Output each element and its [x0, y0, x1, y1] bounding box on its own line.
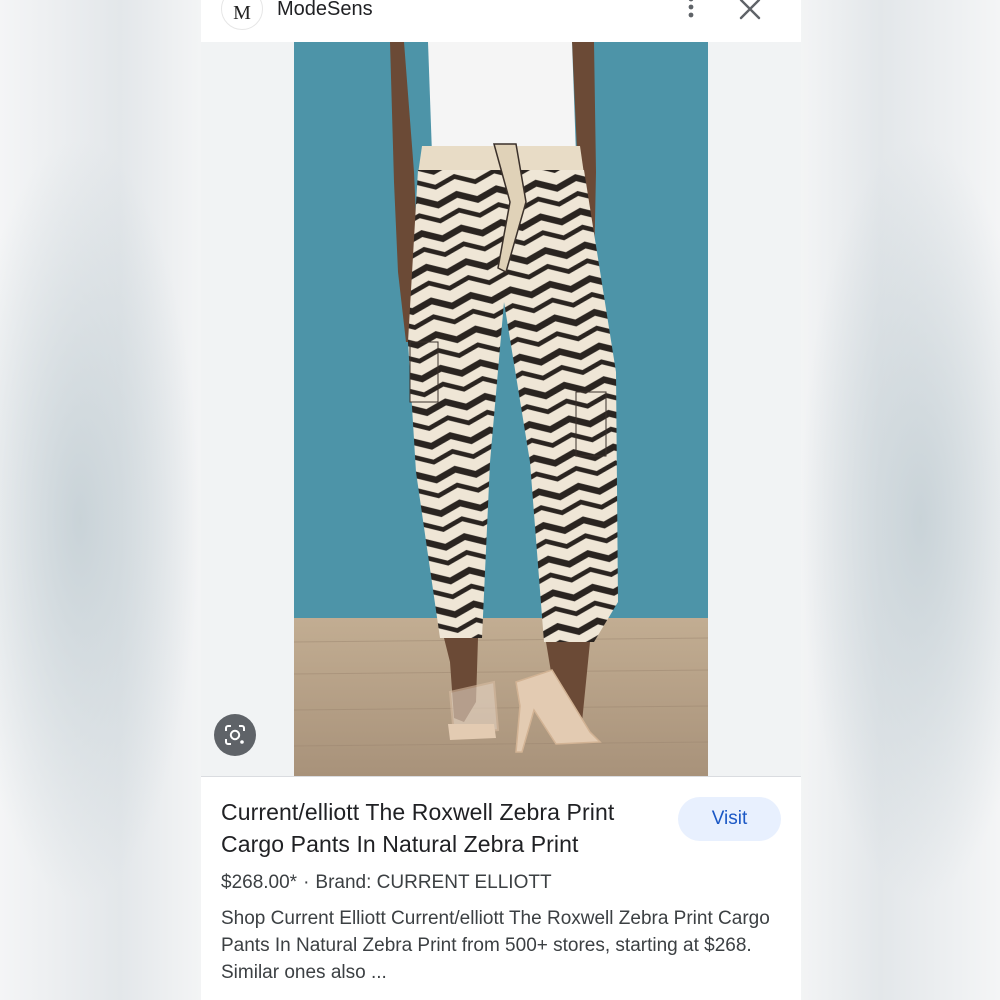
google-lens-icon: [225, 725, 245, 745]
image-preview-area: [201, 42, 801, 776]
site-name[interactable]: ModeSens: [277, 0, 373, 21]
visit-button[interactable]: Visit: [678, 797, 781, 841]
price-brand-row: $268.00* · Brand: CURRENT ELLIOTT: [221, 872, 552, 894]
price: $268.00*: [221, 872, 298, 893]
separator: ·: [303, 872, 310, 893]
more-vert-icon[interactable]: [679, 0, 703, 24]
site-avatar: M: [221, 0, 263, 30]
product-image[interactable]: [294, 42, 708, 776]
product-title[interactable]: Current/elliott The Roxwell Zebra Print …: [221, 796, 661, 860]
result-card: M ModeSens Current/elliott The Roxwell Z…: [201, 0, 801, 1000]
brand: Brand: CURRENT ELLIOTT: [315, 872, 552, 893]
close-icon[interactable]: [737, 0, 763, 22]
product-photo-illustration: [294, 42, 708, 776]
product-title-line1: Current/elliott The Roxwell Zebra Print: [221, 799, 615, 825]
google-lens-button[interactable]: [214, 714, 256, 756]
divider: [201, 776, 801, 777]
product-description: Shop Current Elliott Current/elliott The…: [221, 908, 770, 983]
card-header: M ModeSens: [201, 0, 801, 42]
product-title-line2: Cargo Pants In Natural Zebra Print: [221, 831, 579, 857]
